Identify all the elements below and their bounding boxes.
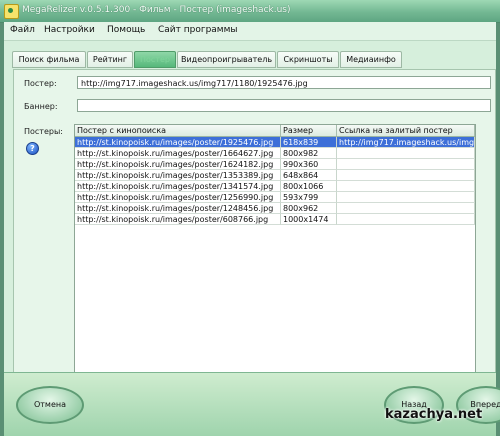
banner-label: Баннер: bbox=[24, 102, 58, 111]
table-row[interactable]: http://st.kinopoisk.ru/images/poster/162… bbox=[75, 159, 475, 170]
menu-help[interactable]: Помощь bbox=[107, 25, 145, 35]
poster-panel: Постер: http://img717.imageshack.us/img7… bbox=[13, 69, 496, 392]
cell-poster-url: http://st.kinopoisk.ru/images/poster/192… bbox=[75, 137, 281, 148]
cell-uploaded-link bbox=[337, 148, 475, 159]
cell-poster-url: http://st.kinopoisk.ru/images/poster/166… bbox=[75, 148, 281, 159]
cell-uploaded-link bbox=[337, 214, 475, 225]
bottom-bar: Отмена Назад Вперед bbox=[4, 372, 500, 436]
table-row[interactable]: http://st.kinopoisk.ru/images/poster/608… bbox=[75, 214, 475, 225]
cell-uploaded-link bbox=[337, 181, 475, 192]
cell-size: 800x962 bbox=[281, 203, 337, 214]
menu-website[interactable]: Сайт программы bbox=[158, 25, 238, 35]
help-icon[interactable]: ? bbox=[26, 142, 39, 155]
title-bar: MegaRelizer v.0.5.1.300 - Фильм - Постер… bbox=[0, 0, 500, 23]
menu-bar: Файл Настройки Помощь Сайт программы bbox=[4, 22, 496, 41]
cell-uploaded-link bbox=[337, 170, 475, 181]
table-row[interactable]: http://st.kinopoisk.ru/images/poster/166… bbox=[75, 148, 475, 159]
cell-poster-url: http://st.kinopoisk.ru/images/poster/125… bbox=[75, 192, 281, 203]
table-row[interactable]: http://st.kinopoisk.ru/images/poster/134… bbox=[75, 181, 475, 192]
column-header-size[interactable]: Размер bbox=[281, 125, 337, 136]
cell-poster-url: http://st.kinopoisk.ru/images/poster/134… bbox=[75, 181, 281, 192]
table-row[interactable]: http://st.kinopoisk.ru/images/poster/124… bbox=[75, 203, 475, 214]
window-title: MegaRelizer v.0.5.1.300 - Фильм - Постер… bbox=[22, 5, 291, 15]
cell-size: 648x864 bbox=[281, 170, 337, 181]
menu-settings[interactable]: Настройки bbox=[44, 25, 95, 35]
table-header: Постер с кинопоиска Размер Ссылка на зал… bbox=[75, 125, 475, 137]
watermark-text: kazachya.net bbox=[385, 407, 483, 422]
cell-size: 990x360 bbox=[281, 159, 337, 170]
app-icon bbox=[4, 4, 19, 19]
tab-poster[interactable]: Постер bbox=[134, 51, 176, 68]
tab-mediainfo[interactable]: Медиаинфо bbox=[340, 51, 402, 68]
column-header-poster[interactable]: Постер с кинопоиска bbox=[75, 125, 281, 136]
poster-url-field[interactable]: http://img717.imageshack.us/img717/1180/… bbox=[77, 76, 491, 89]
cancel-button[interactable]: Отмена bbox=[16, 386, 84, 424]
cell-size: 593x799 bbox=[281, 192, 337, 203]
cell-size: 800x982 bbox=[281, 148, 337, 159]
cell-size: 1000x1474 bbox=[281, 214, 337, 225]
main-window: Файл Настройки Помощь Сайт программы Пои… bbox=[4, 22, 500, 436]
banner-url-field[interactable] bbox=[77, 99, 491, 112]
tab-rating[interactable]: Рейтинг bbox=[87, 51, 133, 68]
tab-screenshots[interactable]: Скриншоты bbox=[277, 51, 339, 68]
cell-size: 800x1066 bbox=[281, 181, 337, 192]
cell-uploaded-link: http://img717.imageshack.us/img717/1180/… bbox=[337, 137, 475, 148]
tab-video-player[interactable]: Видеопроигрыватель bbox=[177, 51, 276, 68]
poster-label: Постер: bbox=[24, 79, 57, 88]
table-row[interactable]: http://st.kinopoisk.ru/images/poster/135… bbox=[75, 170, 475, 181]
posters-label: Постеры: bbox=[24, 127, 63, 136]
cell-uploaded-link bbox=[337, 192, 475, 203]
table-row[interactable]: http://st.kinopoisk.ru/images/poster/192… bbox=[75, 137, 475, 148]
table-row[interactable]: http://st.kinopoisk.ru/images/poster/125… bbox=[75, 192, 475, 203]
cell-poster-url: http://st.kinopoisk.ru/images/poster/608… bbox=[75, 214, 281, 225]
menu-file[interactable]: Файл bbox=[10, 25, 35, 35]
cell-size: 618x839 bbox=[281, 137, 337, 148]
cell-uploaded-link bbox=[337, 203, 475, 214]
cell-poster-url: http://st.kinopoisk.ru/images/poster/162… bbox=[75, 159, 281, 170]
cell-poster-url: http://st.kinopoisk.ru/images/poster/124… bbox=[75, 203, 281, 214]
cell-uploaded-link bbox=[337, 159, 475, 170]
column-header-link[interactable]: Ссылка на залитый постер bbox=[337, 125, 475, 136]
cell-poster-url: http://st.kinopoisk.ru/images/poster/135… bbox=[75, 170, 281, 181]
posters-table[interactable]: Постер с кинопоиска Размер Ссылка на зал… bbox=[74, 124, 476, 384]
tab-search-movie[interactable]: Поиск фильма bbox=[12, 51, 86, 68]
